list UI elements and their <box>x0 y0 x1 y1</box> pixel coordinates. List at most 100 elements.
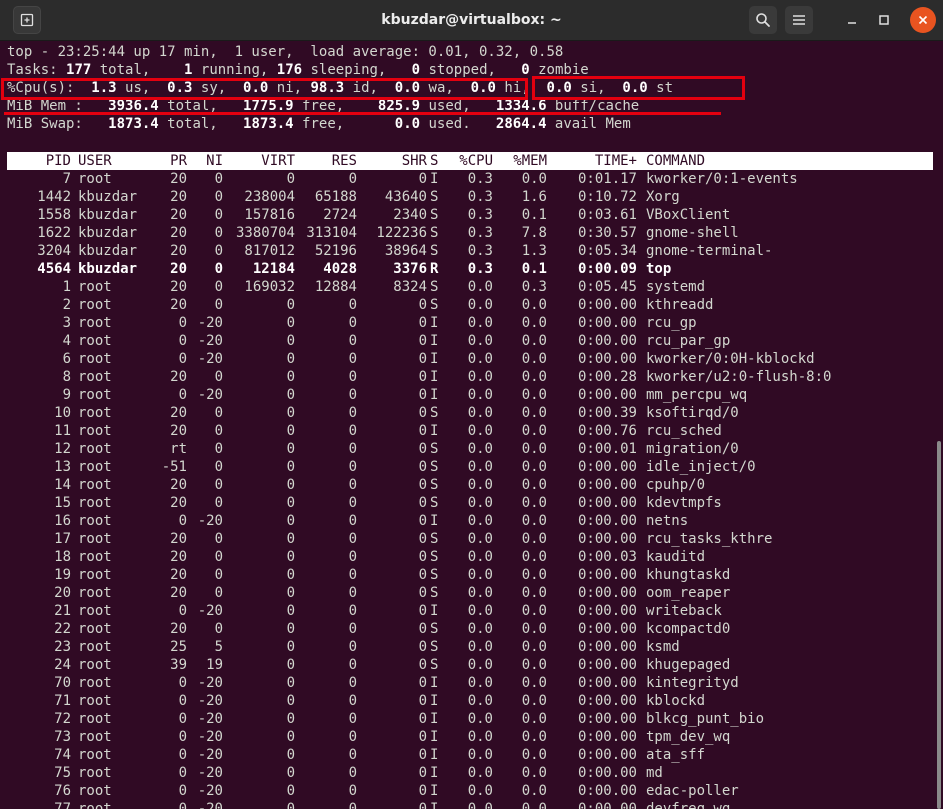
cell-res: 4028 <box>323 261 357 277</box>
col-user: USER <box>78 153 112 169</box>
cell-res: 0 <box>348 657 357 673</box>
cell-cpu: 0.0 <box>467 675 493 691</box>
cell-virt: 817012 <box>244 243 295 259</box>
cell-pid: 71 <box>54 693 71 709</box>
cell-command: md <box>646 765 663 781</box>
cell-time: 0:00.00 <box>577 459 637 475</box>
scrollbar[interactable] <box>937 441 941 809</box>
cell-shr: 0 <box>418 477 427 493</box>
process-row: 4 root 0 -20 0 0 0 I 0.0 0.0 0:00.00 rcu_par_gp <box>0 332 933 350</box>
cell-mem: 0.0 <box>521 171 547 187</box>
cell-pr: 20 <box>170 477 187 493</box>
tasks-line: Tasks: 177 total, 1 running, 176 sleepin… <box>7 62 589 78</box>
terminal-output[interactable]: top - 23:25:44 up 17 min, 1 user, load a… <box>0 41 933 809</box>
cell-shr: 38964 <box>384 243 427 259</box>
cell-pid: 70 <box>54 675 71 691</box>
cell-ni: 0 <box>214 171 223 187</box>
cell-ni: 0 <box>214 225 223 241</box>
cell-pid: 77 <box>54 801 71 809</box>
cell-mem: 0.0 <box>521 423 547 439</box>
cell-time: 0:00.00 <box>577 567 637 583</box>
cell-command: netns <box>646 513 689 529</box>
cell-user: root <box>78 765 112 781</box>
process-row: 1 root 20 0 169032 12884 8324 S 0.0 0.3 0:05.45 sys… <box>0 278 933 296</box>
cell-pid: 20 <box>54 585 71 601</box>
cell-time: 0:00.28 <box>577 369 637 385</box>
cell-ni: -20 <box>197 333 223 349</box>
minimize-button[interactable] <box>838 6 866 34</box>
cell-ni: 0 <box>214 585 223 601</box>
cell-res: 0 <box>348 171 357 187</box>
cell-time: 0:00.00 <box>577 531 637 547</box>
cell-time: 0:00.00 <box>577 351 637 367</box>
cell-time: 0:00.00 <box>577 297 637 313</box>
cell-res: 0 <box>348 567 357 583</box>
cell-user: root <box>78 351 112 367</box>
col-cpu: %CPU <box>459 153 493 169</box>
cell-user: root <box>78 549 112 565</box>
process-row: 7 root 20 0 0 0 0 I 0.3 0.0 0:01.17 kworker/0:1-eve… <box>0 170 933 188</box>
cell-time: 0:00.00 <box>577 783 637 799</box>
cell-user: root <box>78 675 112 691</box>
process-row: 22 root 20 0 0 0 0 S 0.0 0.0 0:00.00 kcompactd0 <box>0 620 933 638</box>
cell-pr: 0 <box>178 747 187 763</box>
cell-time: 0:00.00 <box>577 315 637 331</box>
col-shr: SHR <box>401 153 427 169</box>
cell-user: root <box>78 333 112 349</box>
cell-pid: 72 <box>54 711 71 727</box>
cell-mem: 0.1 <box>521 207 547 223</box>
cell-time: 0:00.00 <box>577 639 637 655</box>
cell-pid: 22 <box>54 621 71 637</box>
cell-pr: 0 <box>178 675 187 691</box>
cell-mem: 0.0 <box>521 315 547 331</box>
cell-mem: 0.0 <box>521 801 547 809</box>
cell-ni: 0 <box>214 441 223 457</box>
cell-cpu: 0.3 <box>467 225 493 241</box>
cell-s: I <box>430 423 439 439</box>
cell-shr: 0 <box>418 405 427 421</box>
cell-shr: 0 <box>418 603 427 619</box>
cell-pid: 17 <box>54 531 71 547</box>
cell-ni: 0 <box>214 495 223 511</box>
cell-mem: 0.0 <box>521 369 547 385</box>
cell-mem: 0.0 <box>521 297 547 313</box>
cell-shr: 0 <box>418 657 427 673</box>
cell-time: 0:00.00 <box>577 477 637 493</box>
cell-command: migration/0 <box>646 441 739 457</box>
menu-button[interactable] <box>785 6 813 34</box>
cell-cpu: 0.0 <box>467 369 493 385</box>
cell-virt: 0 <box>286 387 295 403</box>
cell-pr: 20 <box>170 369 187 385</box>
cell-command: rcu_gp <box>646 315 697 331</box>
uptime-line: top - 23:25:44 up 17 min, 1 user, load a… <box>7 44 564 60</box>
cell-res: 0 <box>348 711 357 727</box>
cell-pid: 11 <box>54 423 71 439</box>
cell-command: kcompactd0 <box>646 621 731 637</box>
swap-avail: 2864.4 <box>495 116 547 132</box>
cell-pid: 1622 <box>37 225 71 241</box>
minimize-icon <box>848 22 856 24</box>
cell-cpu: 0.0 <box>467 567 493 583</box>
cell-ni: -20 <box>197 603 223 619</box>
cell-shr: 0 <box>418 729 427 745</box>
cell-mem: 0.0 <box>521 747 547 763</box>
cell-shr: 0 <box>418 513 427 529</box>
maximize-button[interactable] <box>870 6 898 34</box>
cell-virt: 0 <box>286 675 295 691</box>
cell-time: 0:00.00 <box>577 711 637 727</box>
process-row: 10 root 20 0 0 0 0 S 0.0 0.0 0:00.39 ksoftirqd/0 <box>0 404 933 422</box>
cell-user: root <box>78 405 112 421</box>
process-row: 74 root 0 -20 0 0 0 I 0.0 0.0 0:00.00 ata_sff <box>0 746 933 764</box>
cell-mem: 0.0 <box>521 477 547 493</box>
cell-mem: 1.3 <box>521 243 547 259</box>
cell-ni: -20 <box>197 693 223 709</box>
cell-pr: 0 <box>178 729 187 745</box>
close-button[interactable] <box>910 7 936 33</box>
search-button[interactable] <box>749 6 777 34</box>
cell-ni: -20 <box>197 747 223 763</box>
swap-label: MiB Swap: <box>7 116 83 132</box>
cell-command: VBoxClient <box>646 207 731 223</box>
cell-s: I <box>430 171 439 187</box>
cell-user: root <box>78 531 112 547</box>
cell-time: 0:05.34 <box>577 243 637 259</box>
